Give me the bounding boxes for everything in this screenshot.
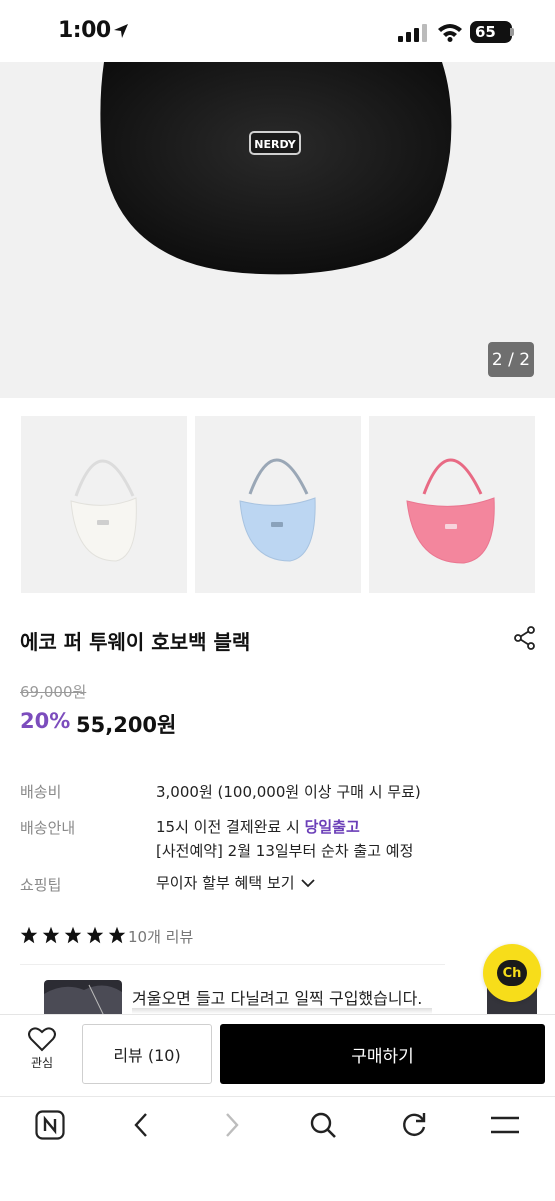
- naver-home-button[interactable]: [30, 1108, 70, 1142]
- bag-logo-label: NERDY: [254, 138, 297, 151]
- thumbnail-white-bag[interactable]: [21, 416, 187, 593]
- review-button[interactable]: 리뷰 (10): [82, 1024, 212, 1084]
- like-button[interactable]: 관심: [14, 1026, 70, 1084]
- browser-toolbar: [0, 1096, 555, 1201]
- image-counter: 2 / 2: [488, 342, 534, 377]
- battery-tip: [510, 28, 514, 36]
- same-day-shipping-highlight: 당일출고: [304, 818, 360, 836]
- product-title: 에코 퍼 투웨이 호보백 블랙: [20, 630, 251, 654]
- thumbnail-pink-bag[interactable]: [369, 416, 535, 593]
- chat-button[interactable]: Ch: [483, 944, 541, 1002]
- review-photo[interactable]: [44, 980, 122, 1016]
- forward-button[interactable]: [212, 1108, 252, 1142]
- star-icon: [64, 926, 82, 944]
- location-arrow-icon: [114, 24, 128, 38]
- status-time: 1:00: [58, 18, 111, 43]
- discount-rate: 20%: [20, 709, 71, 733]
- installment-benefit-link[interactable]: 무이자 할부 혜택 보기: [156, 872, 315, 893]
- product-hero-image[interactable]: NERDY: [0, 62, 555, 398]
- menu-button[interactable]: [485, 1108, 525, 1142]
- chevron-right-icon: [226, 1113, 239, 1137]
- buy-button[interactable]: 구매하기: [220, 1024, 545, 1084]
- battery-indicator: 65: [470, 21, 512, 43]
- star-icon: [42, 926, 60, 944]
- refresh-button[interactable]: [394, 1108, 434, 1142]
- star-icon: [20, 926, 38, 944]
- like-label: 관심: [30, 1056, 54, 1070]
- star-icon: [86, 926, 104, 944]
- hamburger-menu-icon: [491, 1116, 519, 1134]
- star-icon: [108, 926, 126, 944]
- chevron-left-icon: [134, 1113, 147, 1137]
- delivery-line2: [사전예약] 2월 13일부터 순차 출고 예정: [156, 842, 414, 860]
- shopping-tip-label: 쇼핑팁: [20, 876, 62, 894]
- black-fur-bag-image: NERDY: [100, 62, 452, 275]
- sale-price: 55,200원: [76, 713, 177, 737]
- delivery-line1: 15시 이전 결제완료 시 당일출고: [156, 818, 360, 836]
- review-count[interactable]: 10개 리뷰: [128, 926, 193, 947]
- refresh-icon: [403, 1113, 426, 1136]
- original-price: 69,000원: [20, 683, 87, 701]
- back-button[interactable]: [121, 1108, 161, 1142]
- star-rating: [20, 926, 126, 944]
- cellular-signal-icon: [398, 24, 427, 42]
- search-icon: [310, 1112, 336, 1138]
- chevron-down-icon: [300, 878, 315, 887]
- shipping-fee-label: 배송비: [20, 783, 62, 801]
- shipping-fee-value: 3,000원 (100,000원 이상 구매 시 무료): [156, 783, 421, 801]
- thumbnail-blue-bag[interactable]: [195, 416, 361, 593]
- chat-icon: Ch: [497, 960, 527, 986]
- share-icon[interactable]: [514, 626, 536, 650]
- heart-icon: [28, 1027, 56, 1052]
- delivery-label: 배송안내: [20, 819, 76, 837]
- search-button[interactable]: [303, 1108, 343, 1142]
- review-text: 겨울오면 들고 다닐려고 일찍 구입했습니다.: [132, 989, 423, 1008]
- naver-logo-icon: [35, 1110, 65, 1140]
- wifi-icon: [438, 24, 462, 42]
